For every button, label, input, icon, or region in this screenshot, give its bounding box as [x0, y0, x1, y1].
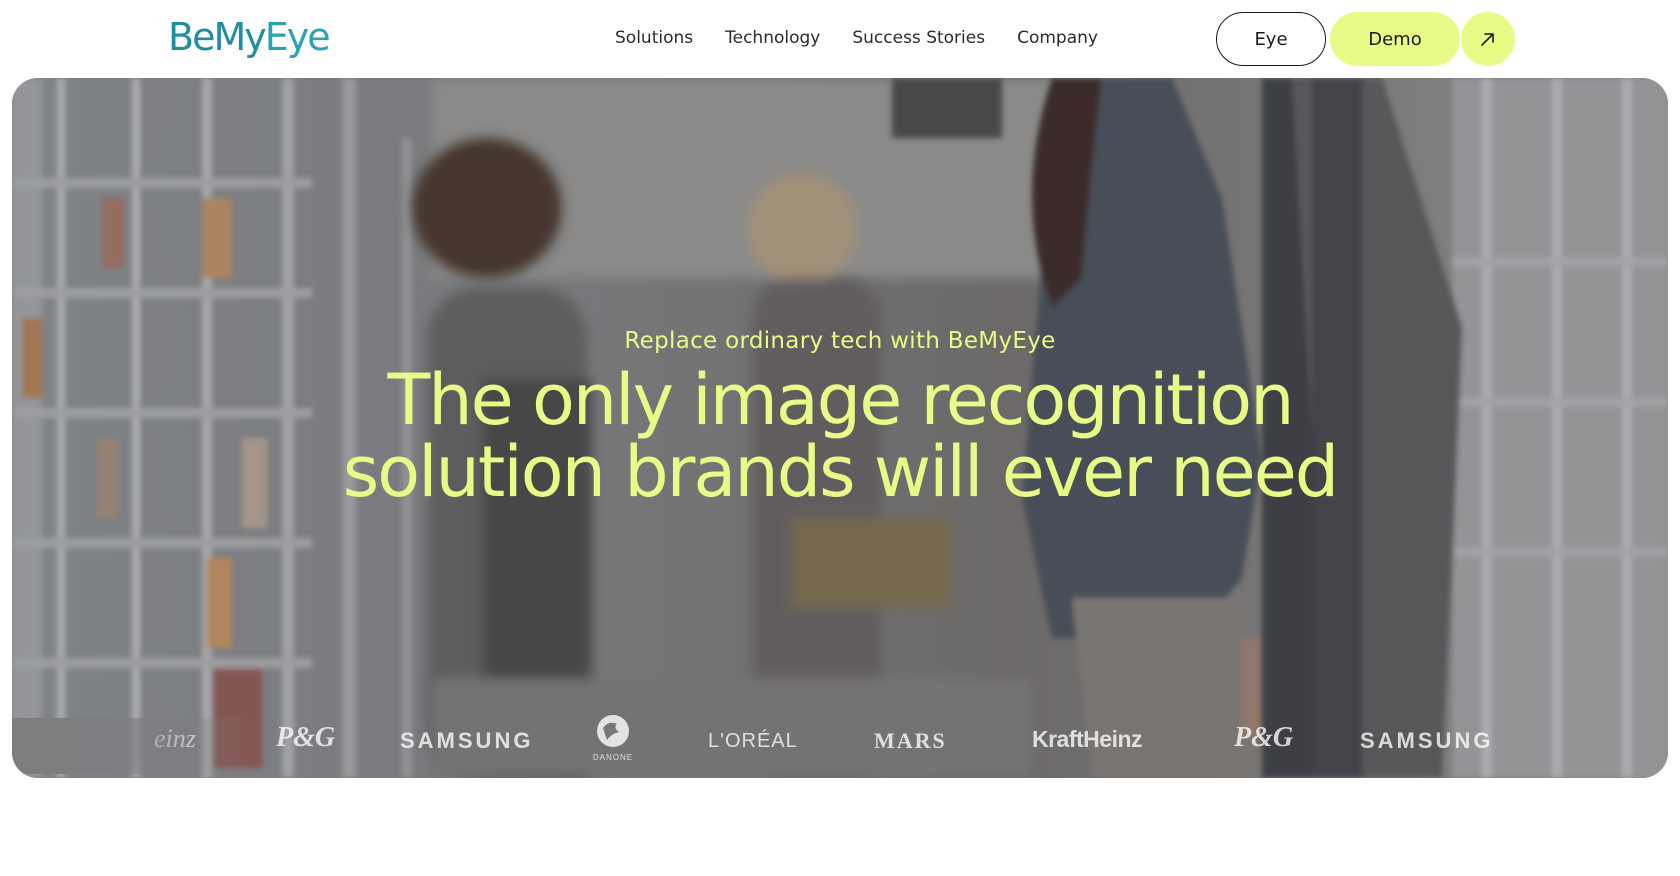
logo-text-be: Be [168, 15, 215, 59]
logos-fade-mask [12, 718, 252, 774]
client-logo-samsung-2: SAMSUNG [1360, 728, 1494, 753]
arrow-up-right-icon [1481, 33, 1494, 46]
danone-wordmark: DANONE [592, 753, 634, 762]
client-logo-pg: P&G [276, 722, 336, 753]
nav-link-company[interactable]: Company [1017, 26, 1098, 50]
hero-headline-line-1: The only image recognition [387, 359, 1295, 441]
top-navigation: BeMyEye Solutions Technology Success Sto… [0, 0, 1680, 78]
client-logo-mars: MARS [874, 728, 947, 753]
hero-headline-line-2: solution brands will ever need [342, 431, 1339, 513]
hero-eyebrow: Replace ordinary tech with BeMyEye [624, 328, 1056, 354]
client-logos-strip: einz P&G SAMSUNG DANONE L'ORÉAL MARS Kra… [12, 715, 1668, 774]
danone-bird-icon [597, 715, 629, 747]
client-logo-pg-2: P&G [1234, 722, 1294, 753]
nav-link-technology[interactable]: Technology [725, 26, 820, 50]
client-logo-kraft-heinz: KraftHeinz [1032, 726, 1143, 752]
bemyeye-logo[interactable]: BeMyEye [168, 14, 331, 60]
logo-text-eye: Eye [264, 15, 331, 59]
client-logo-loreal: L'ORÉAL [708, 730, 798, 752]
demo-arrow-button[interactable] [1461, 12, 1515, 66]
demo-button[interactable]: Demo [1330, 12, 1460, 66]
logo-text-my: My [213, 15, 266, 59]
client-logo-samsung: SAMSUNG [400, 728, 534, 753]
main-menu: Solutions Technology Success Stories Com… [615, 26, 1098, 50]
hero-section: Replace ordinary tech with BeMyEye The o… [12, 78, 1668, 778]
client-logo-danone: DANONE [583, 714, 643, 762]
eye-button[interactable]: Eye [1216, 12, 1326, 66]
hero-headline: The only image recognition solution bran… [12, 364, 1668, 508]
nav-link-success-stories[interactable]: Success Stories [852, 26, 985, 50]
nav-link-solutions[interactable]: Solutions [615, 26, 693, 50]
